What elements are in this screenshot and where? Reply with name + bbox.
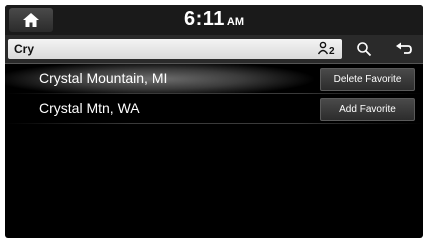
clock: 6:11 AM <box>5 8 423 31</box>
screen: 6:11 AM Cry 2 Crystal Mountain, MI Delet… <box>5 5 423 238</box>
row-divider <box>5 123 423 124</box>
status-bar: 6:11 AM <box>5 5 423 35</box>
result-label: Crystal Mountain, MI <box>39 70 168 86</box>
delete-favorite-button[interactable]: Delete Favorite <box>320 68 415 91</box>
result-label: Crystal Mtn, WA <box>39 100 140 116</box>
search-button[interactable] <box>349 38 379 60</box>
add-favorite-button[interactable]: Add Favorite <box>320 98 415 121</box>
search-input[interactable]: Cry 2 <box>8 39 342 59</box>
back-icon <box>396 42 412 54</box>
search-query: Cry <box>14 42 35 56</box>
clock-ampm: AM <box>226 16 245 28</box>
clock-time: 6:11 <box>183 8 225 30</box>
list-item-selected[interactable]: Crystal Mountain, MI Delete Favorite <box>5 64 423 94</box>
results-list: Crystal Mountain, MI Delete Favorite Cry… <box>5 64 423 124</box>
search-row: Cry 2 <box>5 35 423 64</box>
back-button[interactable] <box>389 38 419 60</box>
list-item[interactable]: Crystal Mtn, WA Add Favorite <box>5 94 423 124</box>
search-icon <box>357 42 372 57</box>
svg-text:2: 2 <box>329 46 335 57</box>
voice-search-icon[interactable]: 2 <box>317 41 339 57</box>
